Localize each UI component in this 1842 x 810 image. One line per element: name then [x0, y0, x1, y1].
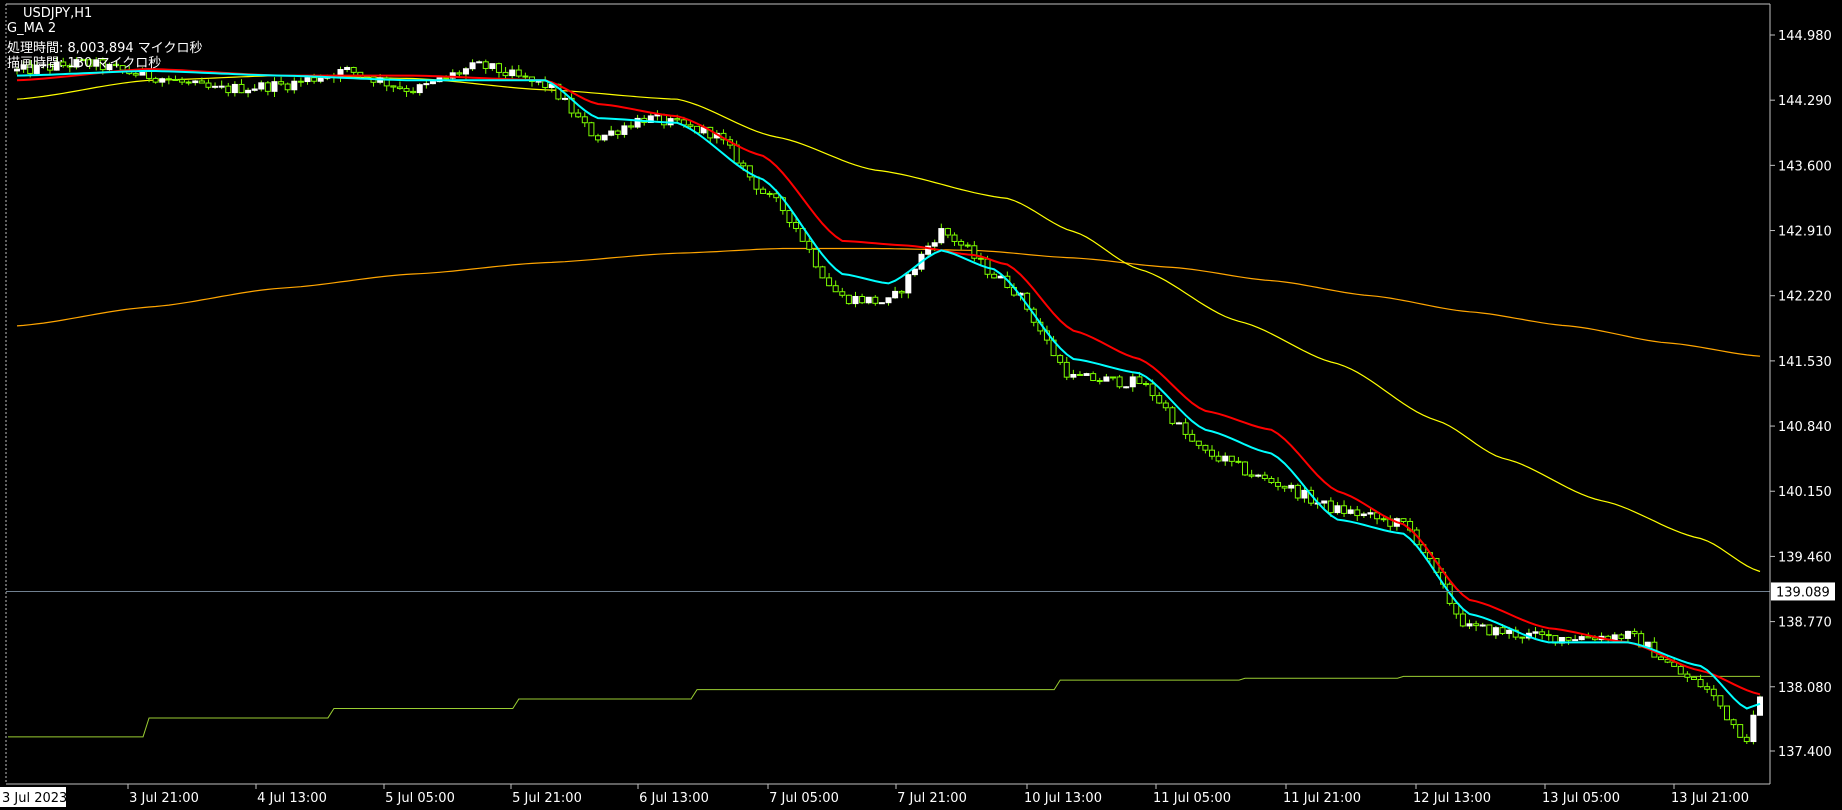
price-tick-label: 138.770 — [1778, 616, 1832, 631]
price-tick-label: 141.530 — [1778, 355, 1832, 370]
time-tick-label: 13 Jul 05:00 — [1542, 791, 1620, 806]
time-tick-label: 12 Jul 13:00 — [1413, 791, 1491, 806]
candle — [1750, 710, 1757, 745]
processing-time-label: 処理時間: 8,003,894 マイクロ秒 — [7, 41, 203, 56]
candle — [1242, 461, 1249, 477]
candle — [588, 121, 595, 137]
candle — [1737, 724, 1744, 738]
price-tick-label: 140.150 — [1778, 485, 1832, 500]
candle — [1757, 695, 1763, 716]
time-tick-label: 3 Jul 21:00 — [129, 791, 199, 806]
candle — [1294, 483, 1301, 501]
candle — [819, 265, 826, 279]
time-tick-label: 10 Jul 13:00 — [1024, 791, 1102, 806]
time-tick-label: 5 Jul 05:00 — [385, 791, 455, 806]
current-price-label: 139.089 — [1776, 585, 1830, 600]
time-tick-label: 6 Jul 13:00 — [639, 791, 709, 806]
price-chart[interactable]: 144.980 144.290 143.600 142.910 142.220 141.5… — [0, 0, 1842, 810]
price-tick-label: 142.220 — [1778, 290, 1832, 305]
price-tick-label: 139.460 — [1778, 550, 1832, 565]
price-tick-label: 144.290 — [1778, 94, 1832, 109]
candle — [1723, 705, 1730, 721]
chart-info-overlay: USDJPY,H1 G_MA 2 処理時間: 8,003,894 マイクロ秒 描… — [7, 6, 203, 71]
time-tick-label: 13 Jul 21:00 — [1671, 791, 1749, 806]
time-tick-label: 4 Jul 13:00 — [257, 791, 327, 806]
price-tick-label: 140.840 — [1778, 420, 1832, 435]
price-tick-label: 144.980 — [1778, 29, 1832, 44]
current-price-badge: 139.089 — [1771, 582, 1835, 601]
price-tick-label: 138.080 — [1778, 681, 1832, 696]
candle — [812, 247, 819, 269]
candle — [1083, 372, 1090, 376]
time-tick-label: 7 Jul 05:00 — [769, 791, 839, 806]
candle — [865, 296, 872, 305]
time-tick-label: 7 Jul 21:00 — [897, 791, 967, 806]
candle — [845, 294, 852, 305]
candle — [1116, 374, 1123, 389]
candle — [1123, 385, 1130, 389]
time-tick-label: 5 Jul 21:00 — [512, 791, 582, 806]
price-tick-label: 142.910 — [1778, 225, 1832, 240]
candle — [878, 302, 885, 305]
price-tick-label: 137.400 — [1778, 745, 1832, 760]
chart-background — [0, 0, 1842, 810]
indicator-label: G_MA 2 — [7, 21, 57, 36]
candle — [1690, 676, 1697, 680]
time-tick-label: 11 Jul 21:00 — [1283, 791, 1361, 806]
time-start-label: 3 Jul 2023 05:00 — [2, 791, 109, 806]
time-tick-label: 11 Jul 05:00 — [1153, 791, 1231, 806]
candle — [1169, 405, 1176, 426]
symbol-label: USDJPY,H1 — [23, 6, 93, 21]
price-tick-label: 143.600 — [1778, 159, 1832, 174]
candle — [1486, 624, 1493, 636]
draw-time-label: 描画時間: 130 マイクロ秒 — [7, 56, 162, 71]
